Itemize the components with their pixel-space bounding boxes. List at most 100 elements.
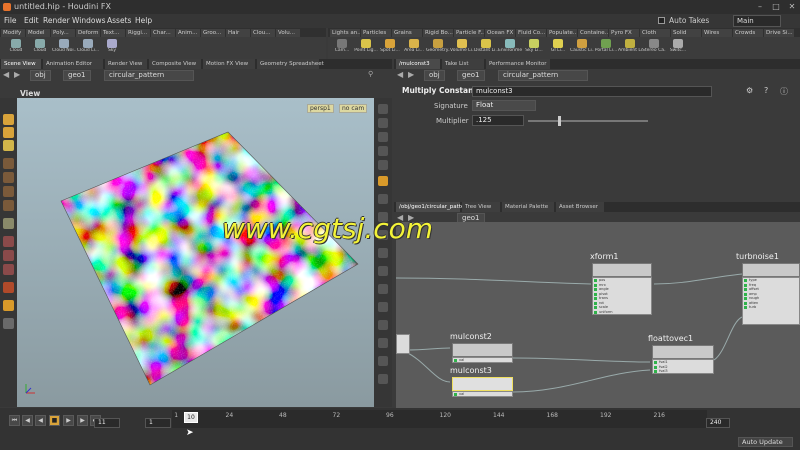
step-field[interactable]: 1 bbox=[145, 418, 171, 428]
path-obj[interactable]: obj bbox=[30, 70, 51, 81]
node-port[interactable]: val bbox=[453, 392, 512, 397]
shelf-tab[interactable]: Clou... bbox=[251, 29, 275, 37]
back-arrow-icon[interactable]: ◀ bbox=[3, 70, 9, 79]
rotate-tool-icon[interactable] bbox=[3, 172, 14, 183]
node-port[interactable]: fval3 bbox=[653, 369, 713, 374]
path-node[interactable]: circular_pattern bbox=[498, 70, 588, 81]
path-geo[interactable]: geo1 bbox=[457, 70, 485, 81]
step-back-icon[interactable]: ◀ bbox=[22, 415, 33, 426]
menu-render[interactable]: Render bbox=[43, 16, 70, 25]
lock-camera-icon[interactable] bbox=[378, 104, 388, 114]
shelf-tab[interactable]: Text... bbox=[101, 29, 125, 37]
shelf-tool[interactable]: Volume Li... bbox=[450, 38, 474, 58]
end-frame-field[interactable]: 240 bbox=[706, 418, 730, 428]
render-tool-icon[interactable] bbox=[3, 300, 14, 311]
background-icon[interactable] bbox=[378, 194, 388, 204]
path-node[interactable]: circular_pattern bbox=[104, 70, 194, 81]
move-tool-icon[interactable] bbox=[3, 158, 14, 169]
shelf-tab[interactable]: Groo... bbox=[201, 29, 225, 37]
shelf-tool[interactable]: Environme... bbox=[498, 38, 522, 58]
gear-icon[interactable]: ⚙ bbox=[746, 86, 753, 95]
shelf-tool[interactable]: Caustic Li... bbox=[570, 38, 594, 58]
scene-viewport[interactable]: persp1 no cam bbox=[17, 98, 374, 407]
grid-snap-icon[interactable] bbox=[3, 250, 14, 261]
jump-start-icon[interactable]: ⏮ bbox=[9, 415, 20, 426]
menu-help[interactable]: Help bbox=[135, 16, 152, 25]
forward-arrow-icon[interactable]: ▶ bbox=[408, 70, 414, 79]
shelf-tab[interactable]: Grains bbox=[392, 29, 422, 37]
shelf-tab[interactable]: Anim... bbox=[176, 29, 200, 37]
pane-tab[interactable]: Material Palette bbox=[502, 202, 554, 212]
maximize-icon[interactable]: □ bbox=[770, 2, 782, 12]
path-obj[interactable]: obj bbox=[424, 70, 445, 81]
stop-icon[interactable]: ■ bbox=[49, 415, 60, 426]
shelf-tab[interactable]: Hair bbox=[226, 29, 250, 37]
pane-tab[interactable]: Geometry Spreadsheet bbox=[257, 59, 324, 69]
multiplier-slider-handle[interactable] bbox=[558, 116, 561, 126]
shelf-tab[interactable]: Rigid Bo... bbox=[423, 29, 453, 37]
shelf-tool[interactable]: Distant Li... bbox=[474, 38, 498, 58]
shelf-tab[interactable]: Particles bbox=[361, 29, 391, 37]
menu-assets[interactable]: Assets bbox=[107, 16, 131, 25]
display-options-icon[interactable] bbox=[378, 118, 388, 128]
start-frame-field[interactable]: 11 bbox=[94, 418, 120, 428]
layout-icon[interactable] bbox=[378, 374, 388, 384]
shelf-tab[interactable]: Solid bbox=[671, 29, 701, 37]
pane-tab[interactable]: /obj/geo1/circular_pattern bbox=[396, 202, 470, 212]
menu-windows[interactable]: Windows bbox=[72, 16, 105, 25]
shelf-tab[interactable]: Fluid Co... bbox=[516, 29, 546, 37]
pane-tab[interactable]: Tree View bbox=[462, 202, 500, 212]
shelf-tool[interactable]: GI Li... bbox=[546, 38, 570, 58]
shelf-tab[interactable]: Poly... bbox=[51, 29, 75, 37]
pane-tab[interactable]: Render View bbox=[105, 59, 147, 69]
scale-tool-icon[interactable] bbox=[3, 186, 14, 197]
desktop-select[interactable]: Main bbox=[733, 15, 781, 27]
multiplier-field[interactable]: .125 bbox=[472, 115, 524, 126]
shelf-tool[interactable]: Cloud Li... bbox=[76, 38, 100, 58]
input-node[interactable] bbox=[396, 334, 410, 354]
shelf-tab[interactable]: Containe... bbox=[578, 29, 608, 37]
pane-tab[interactable]: Animation Editor bbox=[43, 59, 103, 69]
shelf-tool[interactable]: Area Li... bbox=[402, 38, 426, 58]
node-floattovec[interactable] bbox=[652, 345, 714, 359]
light-icon[interactable] bbox=[378, 176, 388, 186]
pane-tab[interactable]: /mulconst3 bbox=[396, 59, 440, 69]
info-icon[interactable]: ⓘ bbox=[780, 86, 788, 97]
current-frame-marker[interactable]: 10 bbox=[184, 412, 198, 423]
shelf-tab[interactable]: Pyro FX bbox=[609, 29, 639, 37]
view-tool-icon[interactable] bbox=[3, 318, 14, 329]
shelf-tab[interactable]: Modify bbox=[1, 29, 25, 37]
shelf-tab[interactable]: Drive Si... bbox=[764, 29, 794, 37]
shelf-tab[interactable]: Wires bbox=[702, 29, 732, 37]
pose-tool-icon[interactable] bbox=[3, 127, 14, 138]
shelf-tool[interactable]: Switc... bbox=[666, 38, 690, 58]
brush-tool-icon[interactable] bbox=[3, 200, 14, 211]
shelf-tool[interactable]: Sky bbox=[100, 38, 124, 58]
shading-icon[interactable] bbox=[378, 146, 388, 156]
uv-display-icon[interactable] bbox=[378, 320, 388, 330]
no-cam-menu[interactable]: no cam bbox=[339, 104, 368, 113]
auto-takes-checkbox[interactable] bbox=[658, 17, 665, 24]
menu-file[interactable]: File bbox=[4, 16, 17, 25]
node-mulconst3[interactable] bbox=[452, 377, 513, 391]
shelf-tab[interactable]: Deform bbox=[76, 29, 100, 37]
shelf-tool[interactable]: Sky Li... bbox=[522, 38, 546, 58]
node-port[interactable]: val bbox=[453, 358, 512, 363]
shelf-tab[interactable]: Populate... bbox=[547, 29, 577, 37]
network-editor[interactable]: xform1 pos mrx angle pivot trans rot scale unif… bbox=[396, 222, 800, 408]
pane-tab[interactable]: Performance Monitor bbox=[486, 59, 550, 69]
shelf-tab[interactable]: Riggi... bbox=[126, 29, 150, 37]
help-icon[interactable]: ? bbox=[764, 86, 768, 95]
shelf-tool[interactable]: Portal Li... bbox=[594, 38, 618, 58]
node-port[interactable]: turb bbox=[743, 305, 799, 310]
pane-tab[interactable]: Scene View bbox=[1, 59, 41, 69]
curve-snap-icon[interactable] bbox=[3, 264, 14, 275]
node-xform[interactable] bbox=[592, 263, 652, 277]
persp-camera-menu[interactable]: persp1 bbox=[307, 104, 334, 113]
shelf-tool[interactable]: Ambient Li... bbox=[618, 38, 642, 58]
wireframe-icon[interactable] bbox=[378, 160, 388, 170]
forward-arrow-icon[interactable]: ▶ bbox=[14, 70, 20, 79]
shelf-tool[interactable]: Spot Li... bbox=[378, 38, 402, 58]
camera-tool-icon[interactable] bbox=[3, 282, 14, 293]
shelf-tab[interactable]: Crowds bbox=[733, 29, 763, 37]
